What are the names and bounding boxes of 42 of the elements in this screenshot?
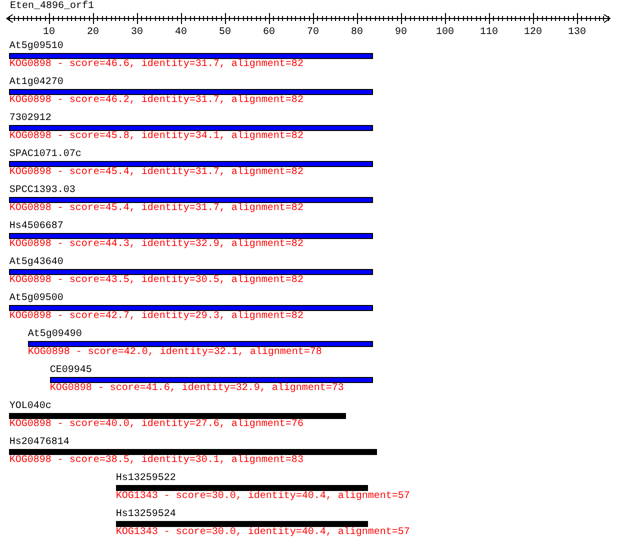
hit-name: At5g09490 [28, 329, 82, 340]
hit-name: At5g09510 [9, 41, 64, 52]
hit-name: SPAC1071.07c [9, 149, 82, 160]
hit-description: KOG0898 - score=40.0, identity=27.6, alignment=76 [9, 419, 304, 430]
hit-name: CE09945 [50, 365, 92, 376]
hit-description: KOG0898 - score=44.3, identity=32.9, alignment=82 [9, 239, 304, 250]
hit-description: KOG0898 - score=45.4, identity=31.7, alignment=82 [9, 167, 304, 178]
hit-name: SPCC1393.03 [9, 185, 76, 196]
hit-description: KOG0898 - score=46.2, identity=31.7, alignment=82 [9, 95, 304, 106]
tick-label: 30 [131, 27, 143, 38]
hit-description: KOG0898 - score=42.0, identity=32.1, alignment=78 [28, 347, 322, 358]
tick-label: 60 [263, 27, 275, 38]
hit-name: At1g04270 [9, 77, 64, 88]
hit-description: KOG1343 - score=30.0, identity=40.4, alignment=57 [116, 527, 410, 538]
sequence-title: Eten_4896_orf1 [9, 0, 96, 13]
tick-label: 110 [480, 27, 498, 38]
hit-description: KOG0898 - score=46.6, identity=31.7, alignment=82 [9, 59, 304, 70]
hit-name: Hs13259524 [116, 509, 176, 520]
tick-label: 50 [219, 27, 231, 38]
hit-description: KOG0898 - score=45.4, identity=31.7, alignment=82 [9, 203, 304, 214]
tick-label: 70 [307, 27, 319, 38]
hit-name: At5g09500 [9, 293, 64, 304]
hit-description: KOG0898 - score=42.7, identity=29.3, alignment=82 [9, 311, 304, 322]
hit-name: 7302912 [9, 113, 52, 124]
tick-label: 80 [351, 27, 363, 38]
tick-label: 130 [568, 27, 586, 38]
hit-name: Hs4506687 [9, 221, 64, 232]
tick-label: 120 [524, 27, 542, 38]
tick-label: 100 [436, 27, 454, 38]
hit-description: KOG0898 - score=38.5, identity=30.1, alignment=83 [9, 455, 304, 466]
tick-label: 10 [43, 27, 55, 38]
hit-description: KOG1343 - score=30.0, identity=40.4, alignment=57 [116, 491, 410, 502]
hit-description: KOG0898 - score=45.8, identity=34.1, alignment=82 [9, 131, 304, 142]
hit-description: KOG0898 - score=41.6, identity=32.9, alignment=73 [50, 383, 344, 394]
tick-label: 90 [395, 27, 407, 38]
hit-name: At5g43640 [9, 257, 64, 268]
hit-name: Hs13259522 [116, 473, 176, 484]
tick-label: 20 [87, 27, 99, 38]
hit-description: KOG0898 - score=43.5, identity=30.5, alignment=82 [9, 275, 304, 286]
hit-name: YOL040c [9, 401, 52, 412]
hit-name: Hs20476814 [9, 437, 70, 448]
tick-label: 40 [175, 27, 187, 38]
